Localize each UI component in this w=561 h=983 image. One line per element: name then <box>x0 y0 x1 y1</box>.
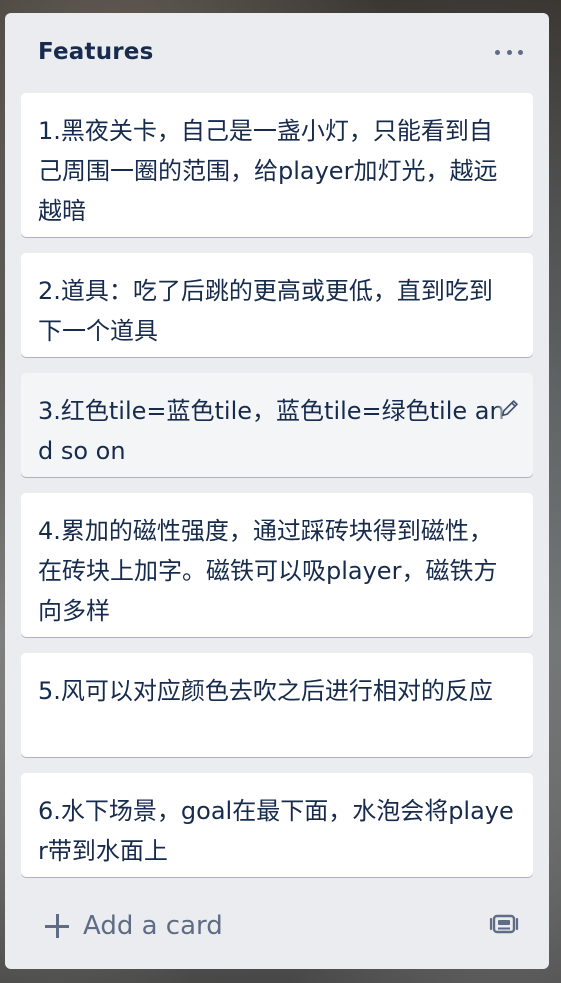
card-3[interactable]: 3.红色tile=蓝色tile，蓝色tile=绿色tile and so on <box>21 373 533 477</box>
card-text: 1.黑夜关卡，自己是一盏小灯，只能看到自己周围一圈的范围，给player加灯光，… <box>38 117 498 225</box>
list-header[interactable]: Features <box>5 13 549 93</box>
card-text: 4.累加的磁性强度，通过踩砖块得到磁性，在砖块上加字。磁铁可以吸player，磁… <box>38 517 498 625</box>
card-text: 6.水下场景，goal在最下面，水泡会将player带到水面上 <box>38 797 514 865</box>
card-5[interactable]: 5.风可以对应颜色去吹之后进行相对的反应 <box>21 653 533 757</box>
more-options-icon[interactable] <box>495 41 523 63</box>
card-2[interactable]: 2.道具：吃了后跳的更高或更低，直到吃到下一个道具 <box>21 253 533 357</box>
list-title[interactable]: Features <box>38 39 154 65</box>
pencil-icon[interactable] <box>495 393 525 423</box>
card-6[interactable]: 6.水下场景，goal在最下面，水泡会将player带到水面上 <box>21 773 533 877</box>
card-4[interactable]: 4.累加的磁性强度，通过踩砖块得到磁性，在砖块上加字。磁铁可以吸player，磁… <box>21 493 533 637</box>
card-text: 2.道具：吃了后跳的更高或更低，直到吃到下一个道具 <box>38 277 493 345</box>
add-card-label: Add a card <box>83 911 223 941</box>
card-text: 3.红色tile=蓝色tile，蓝色tile=绿色tile and so on <box>38 397 505 465</box>
card-text: 5.风可以对应颜色去吹之后进行相对的反应 <box>38 677 493 705</box>
add-card-button[interactable]: Add a card <box>21 903 461 949</box>
features-list: Features 1.黑夜关卡，自己是一盏小灯，只能看到自己周围一圈的范围，给p… <box>5 13 549 969</box>
plus-icon <box>45 914 69 938</box>
card-template-icon[interactable] <box>489 909 519 939</box>
card-1[interactable]: 1.黑夜关卡，自己是一盏小灯，只能看到自己周围一圈的范围，给player加灯光，… <box>21 93 533 237</box>
